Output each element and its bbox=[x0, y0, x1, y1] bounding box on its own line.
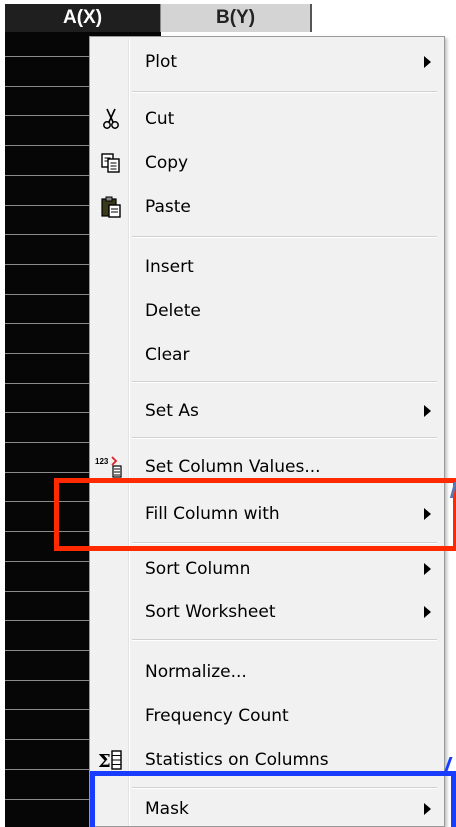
menu-item-clear[interactable]: Clear bbox=[93, 335, 439, 375]
menu-item-label: Normalize... bbox=[145, 662, 247, 682]
menu-item-label: Copy bbox=[145, 153, 189, 173]
statistics-icon: Σ bbox=[98, 748, 124, 772]
menu-item-frequency-count[interactable]: Frequency Count bbox=[93, 696, 439, 736]
menu-item-label: Sort Column bbox=[145, 559, 251, 579]
copy-icon bbox=[98, 151, 124, 175]
menu-separator bbox=[132, 437, 437, 439]
origin-worksheet-screen: A(X) B(Y) Plot Cut Copy Paste Insert Del… bbox=[0, 0, 456, 827]
menu-separator bbox=[132, 236, 437, 238]
menu-item-plot[interactable]: Plot bbox=[93, 42, 439, 82]
submenu-arrow-icon bbox=[424, 405, 431, 417]
menu-item-copy[interactable]: Copy bbox=[93, 143, 439, 183]
submenu-arrow-icon bbox=[424, 56, 431, 68]
blue-highlight-box bbox=[90, 771, 456, 827]
submenu-arrow-icon bbox=[424, 606, 431, 618]
menu-item-label: Delete bbox=[145, 301, 201, 321]
menu-separator bbox=[132, 639, 437, 641]
column-context-menu: Plot Cut Copy Paste Insert Delete Clear … bbox=[89, 36, 445, 827]
menu-item-label: Cut bbox=[145, 109, 175, 129]
menu-item-delete[interactable]: Delete bbox=[93, 291, 439, 331]
menu-item-label: Paste bbox=[145, 197, 191, 217]
paste-icon bbox=[98, 195, 124, 219]
menu-item-label: Insert bbox=[145, 257, 194, 277]
menu-item-label: Sort Worksheet bbox=[145, 602, 276, 622]
menu-item-label: Plot bbox=[145, 52, 178, 72]
scissors-icon bbox=[98, 107, 124, 131]
red-highlight-box bbox=[54, 478, 456, 551]
column-b-header[interactable]: B(Y) bbox=[161, 4, 312, 32]
menu-item-label: Clear bbox=[145, 345, 190, 365]
menu-item-normalize[interactable]: Normalize... bbox=[93, 652, 439, 692]
menu-separator bbox=[132, 381, 437, 383]
menu-item-set-as[interactable]: Set As bbox=[93, 391, 439, 431]
column-a-header[interactable]: A(X) bbox=[5, 4, 161, 32]
menu-separator bbox=[132, 91, 437, 93]
menu-item-sort-worksheet[interactable]: Sort Worksheet bbox=[93, 592, 439, 632]
menu-item-cut[interactable]: Cut bbox=[93, 99, 439, 139]
svg-text:Σ: Σ bbox=[98, 751, 111, 771]
submenu-arrow-icon bbox=[424, 563, 431, 575]
menu-item-insert[interactable]: Insert bbox=[93, 247, 439, 287]
set-values-icon-text: 123 bbox=[95, 457, 109, 466]
menu-item-paste[interactable]: Paste bbox=[93, 187, 439, 227]
menu-item-sort-column[interactable]: Sort Column bbox=[93, 549, 439, 589]
set-values-icon: 123 bbox=[95, 455, 127, 479]
menu-item-label: Set As bbox=[145, 401, 199, 421]
menu-item-label: Frequency Count bbox=[145, 706, 289, 726]
